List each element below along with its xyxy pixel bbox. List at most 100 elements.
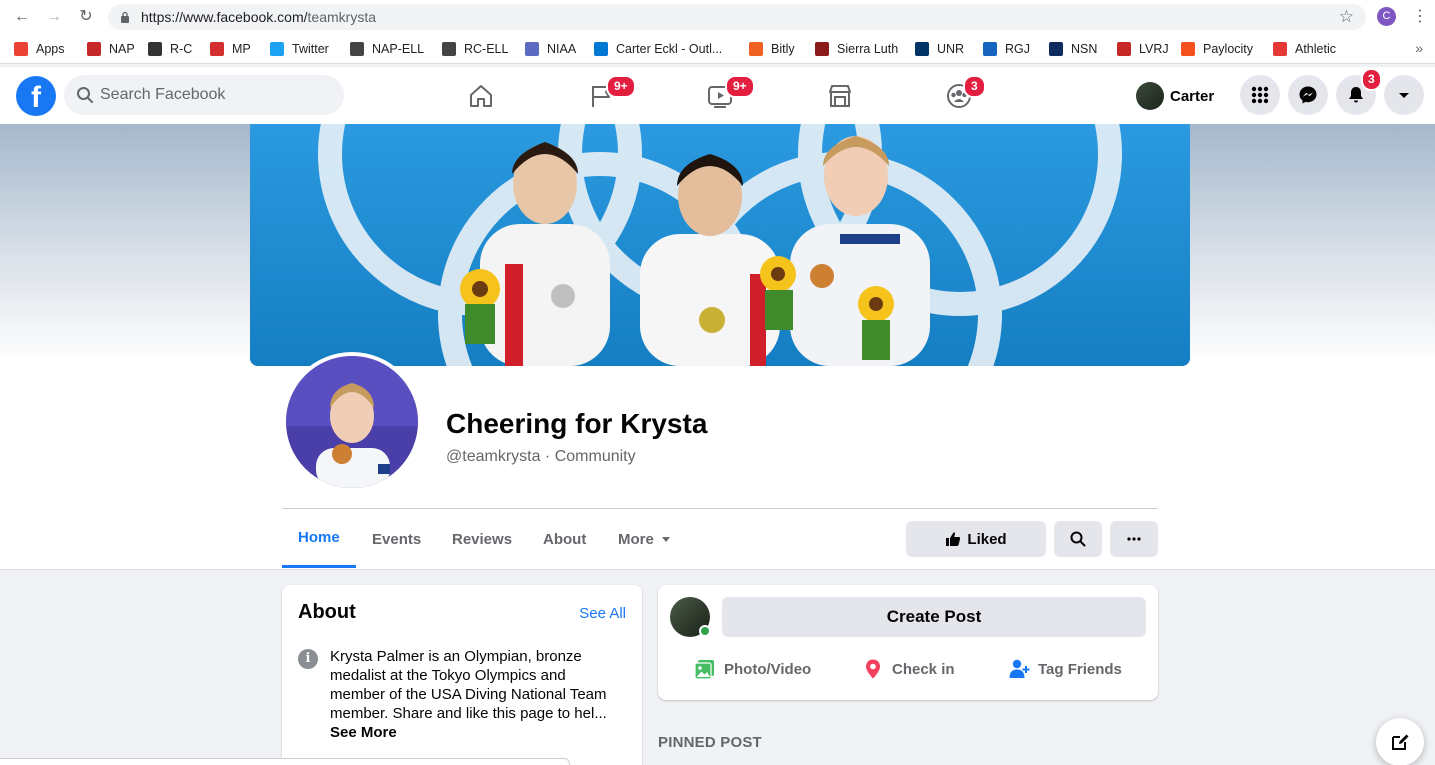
facebook-logo-icon[interactable]: f: [16, 76, 56, 116]
liked-label: Liked: [967, 530, 1007, 548]
tab-events[interactable]: Events: [356, 510, 437, 568]
bookmark-label: Twitter: [292, 42, 329, 56]
bookmark-item[interactable]: UNR: [915, 40, 964, 58]
check-in-button[interactable]: Check in: [862, 655, 955, 683]
create-post-card: Create Post Photo/Video Check in Tag Fri…: [658, 585, 1158, 700]
tag-friends-label: Tag Friends: [1038, 660, 1122, 678]
cover-photo[interactable]: [250, 124, 1190, 366]
page-search-button[interactable]: [1054, 521, 1102, 557]
reload-icon[interactable]: ↻: [76, 7, 96, 27]
bookmark-item[interactable]: Bitly: [749, 40, 795, 58]
tab-home[interactable]: Home: [282, 510, 356, 568]
photo-video-button[interactable]: Photo/Video: [694, 655, 811, 683]
tab-reviews[interactable]: Reviews: [436, 510, 528, 568]
bookmark-item[interactable]: Athletic: [1273, 40, 1336, 58]
page-title: Cheering for Krysta: [446, 408, 708, 439]
bookmark-item[interactable]: Sierra Luth: [815, 40, 898, 58]
cover-photo-image: [250, 124, 1190, 366]
user-name: Carter: [1170, 87, 1215, 105]
pages-badge: 9+: [606, 75, 636, 98]
bookmark-label: RGJ: [1005, 42, 1030, 56]
bookmark-item[interactable]: Paylocity: [1181, 40, 1253, 58]
tab-more[interactable]: More: [602, 510, 686, 568]
about-card: About See All i Krysta Palmer is an Olym…: [282, 585, 642, 765]
groups-badge: 3: [963, 75, 986, 98]
bookmark-item[interactable]: R-C: [148, 40, 192, 58]
liked-button[interactable]: Liked: [906, 521, 1046, 557]
bookmark-item[interactable]: RC-ELL: [442, 40, 508, 58]
url-host: https://www.facebook.com/: [141, 9, 308, 25]
bookmark-item[interactable]: NAP-ELL: [350, 40, 424, 58]
bookmark-item[interactable]: MP: [210, 40, 251, 58]
search-box[interactable]: [64, 75, 344, 115]
lock-icon: [121, 11, 129, 23]
bookmark-favicon-icon: [350, 42, 364, 56]
page-profile-picture[interactable]: [282, 352, 422, 492]
user-avatar: [1136, 82, 1164, 110]
download-shelf: [0, 758, 570, 765]
location-pin-icon: [866, 659, 880, 679]
bookmark-item[interactable]: RGJ: [983, 40, 1030, 58]
facebook-header: f 9+ 9+ 3 Carter 3: [0, 67, 1435, 124]
browser-profile-avatar[interactable]: C: [1377, 7, 1396, 26]
bookmark-item[interactable]: NIAA: [525, 40, 576, 58]
create-post-button[interactable]: Create Post: [722, 597, 1146, 637]
bookmark-favicon-icon: [815, 42, 829, 56]
bookmark-label: LVRJ: [1139, 42, 1169, 56]
page-options-button[interactable]: [1110, 521, 1158, 557]
browser-toolbar: ← → ↻ https://www.facebook.com/teamkryst…: [0, 0, 1435, 34]
bookmark-favicon-icon: [1117, 42, 1131, 56]
notifications-badge: 3: [1361, 68, 1382, 91]
see-all-link[interactable]: See All: [579, 605, 626, 622]
bookmark-label: MP: [232, 42, 251, 56]
bookmark-label: R-C: [170, 42, 193, 56]
bookmark-label: UNR: [937, 42, 965, 56]
url-text: https://www.facebook.com/teamkrysta: [141, 9, 376, 25]
bookmark-item[interactable]: LVRJ: [1117, 40, 1169, 58]
bookmark-item[interactable]: Twitter: [270, 40, 329, 58]
tag-friends-button[interactable]: Tag Friends: [1008, 655, 1122, 683]
bookmark-favicon-icon: [442, 42, 456, 56]
bookmark-favicon-icon: [594, 42, 608, 56]
nav-tab-marketplace[interactable]: [784, 67, 896, 124]
bookmark-item[interactable]: Apps: [14, 40, 65, 58]
bookmark-star-icon[interactable]: ☆: [1339, 7, 1354, 27]
see-more-link[interactable]: See More: [330, 724, 397, 741]
messenger-icon: [1299, 86, 1317, 104]
nav-tab-home[interactable]: [425, 67, 537, 124]
menu-button[interactable]: [1240, 75, 1280, 115]
new-message-button[interactable]: [1376, 718, 1424, 765]
back-arrow-icon[interactable]: ←: [12, 7, 32, 27]
bookmark-label: NSN: [1071, 42, 1098, 56]
tag-friends-icon: [1009, 659, 1030, 678]
store-icon: [829, 84, 851, 107]
online-status-icon: [699, 625, 711, 637]
bookmark-favicon-icon: [983, 42, 997, 56]
browser-menu-icon[interactable]: ⋮: [1412, 7, 1428, 27]
address-bar[interactable]: https://www.facebook.com/teamkrysta ☆: [108, 4, 1366, 30]
bookmark-item[interactable]: NSN: [1049, 40, 1097, 58]
search-icon: [77, 87, 93, 103]
search-input[interactable]: [100, 75, 330, 115]
tab-about[interactable]: About: [527, 510, 602, 568]
profile-chip[interactable]: Carter: [1136, 79, 1214, 113]
bookmark-label: NIAA: [547, 42, 577, 56]
url-path: teamkrysta: [307, 9, 376, 25]
more-bookmarks-icon[interactable]: »: [1415, 40, 1423, 56]
bookmark-label: Bitly: [771, 42, 795, 56]
bookmark-favicon-icon: [270, 42, 284, 56]
more-dots-icon: [1127, 537, 1141, 541]
bookmark-favicon-icon: [915, 42, 929, 56]
bookmark-label: NAP: [109, 42, 135, 56]
bookmark-label: RC-ELL: [464, 42, 509, 56]
bookmark-item[interactable]: NAP: [87, 40, 135, 58]
bookmarks-bar: Apps NAP R-C MP Twitter NAP-ELL RC-ELL NIAA Cart…: [0, 34, 1435, 64]
bookmark-item[interactable]: Carter Eckl - Outl...: [594, 40, 722, 58]
nav-tab-pages[interactable]: [545, 67, 657, 124]
account-button[interactable]: [1384, 75, 1424, 115]
nav-tab-watch[interactable]: [664, 67, 776, 124]
search-icon: [1070, 531, 1086, 547]
nav-tab-groups[interactable]: [903, 67, 1015, 124]
messenger-button[interactable]: [1288, 75, 1328, 115]
forward-arrow-icon[interactable]: →: [44, 7, 64, 27]
